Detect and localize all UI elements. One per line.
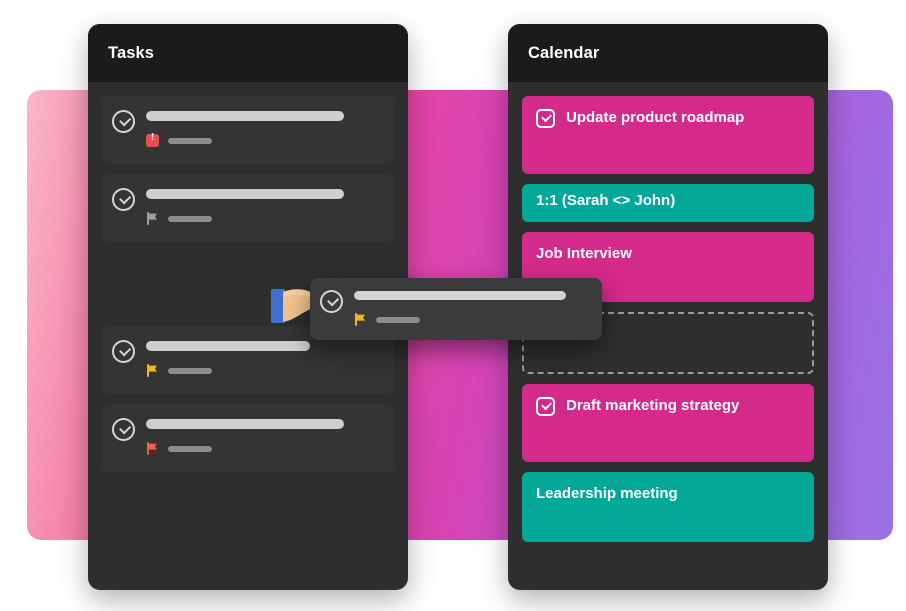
calendar-event-label: Job Interview (536, 245, 632, 262)
task-meta-row (146, 212, 382, 225)
calendar-panel-title: Calendar (528, 43, 600, 62)
alert-exclamation-icon (146, 132, 159, 147)
check-circle-icon[interactable] (112, 418, 135, 441)
task-card[interactable] (102, 96, 394, 164)
check-circle-icon[interactable] (320, 290, 343, 313)
task-title-placeholder (146, 189, 344, 199)
task-meta-row (146, 132, 382, 147)
calendar-panel-header: Calendar (508, 24, 828, 82)
task-meta-placeholder (376, 316, 420, 323)
calendar-event[interactable]: Draft marketing strategy (522, 384, 814, 462)
check-circle-icon[interactable] (112, 340, 135, 363)
task-title-placeholder (146, 341, 310, 351)
task-title-placeholder (146, 419, 344, 429)
task-lines (146, 187, 382, 225)
task-meta-row (354, 313, 590, 326)
checkbox-square-icon[interactable] (536, 109, 555, 128)
task-card[interactable] (102, 174, 394, 242)
checkbox-square-icon[interactable] (536, 397, 555, 416)
check-circle-icon[interactable] (112, 188, 135, 211)
flag-icon (354, 313, 367, 326)
dragged-task-lines (354, 289, 590, 326)
task-meta-placeholder (168, 137, 212, 144)
task-lines (146, 339, 382, 377)
task-card[interactable] (102, 404, 394, 472)
app-stage: Tasks Calendar Update product roadmap 1:1… (0, 0, 906, 611)
check-circle-icon[interactable] (112, 110, 135, 133)
calendar-event-label: 1:1 (Sarah <> John) (536, 192, 676, 209)
calendar-event[interactable]: Leadership meeting (522, 472, 814, 542)
task-lines (146, 109, 382, 147)
flag-icon (146, 364, 159, 377)
task-meta-row (146, 364, 382, 377)
calendar-event-label: Update product roadmap (566, 109, 745, 126)
tasks-panel-header: Tasks (88, 24, 408, 82)
task-meta-row (146, 442, 382, 455)
dragged-task-card[interactable] (310, 278, 602, 340)
flag-icon (146, 212, 159, 225)
flag-icon (146, 442, 159, 455)
calendar-event-label: Draft marketing strategy (566, 397, 740, 414)
calendar-event[interactable]: Update product roadmap (522, 96, 814, 174)
task-title-placeholder (146, 111, 344, 121)
task-meta-placeholder (168, 445, 212, 452)
task-title-placeholder (354, 291, 566, 300)
task-lines (146, 417, 382, 455)
calendar-event[interactable]: 1:1 (Sarah <> John) (522, 184, 814, 222)
calendar-event-label: Leadership meeting (536, 485, 678, 502)
task-meta-placeholder (168, 367, 212, 374)
tasks-panel-title: Tasks (108, 43, 155, 62)
task-meta-placeholder (168, 215, 212, 222)
